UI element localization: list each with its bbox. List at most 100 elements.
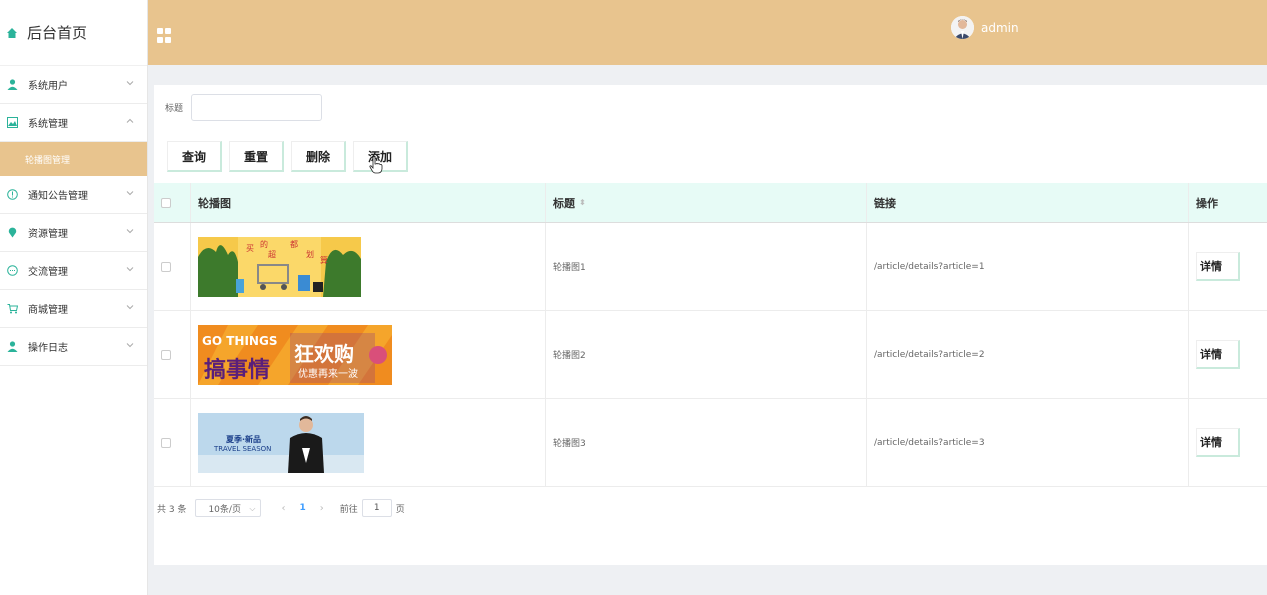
- picture-icon: [7, 117, 18, 128]
- search-row: 标题: [165, 94, 323, 121]
- chevron-down-icon: [126, 343, 134, 348]
- brand-title: 后台首页: [27, 24, 88, 42]
- reset-button[interactable]: 重置: [229, 141, 285, 172]
- banner-text: 搞事情: [204, 357, 270, 383]
- page-size-select[interactable]: 10条/页 ⌵: [195, 499, 262, 517]
- image-cell: 买 的 超 都 划 算: [191, 223, 546, 310]
- action-cell: 详情: [1189, 399, 1267, 486]
- grid-menu-icon[interactable]: [157, 28, 172, 43]
- username: admin: [981, 20, 1019, 35]
- sidebar-item-resource-management[interactable]: 资源管理: [0, 214, 147, 252]
- row-select-cell: [154, 223, 191, 310]
- detail-button[interactable]: 详情: [1196, 252, 1240, 281]
- current-page[interactable]: 1: [299, 503, 305, 513]
- sidebar-item-label: 通知公告管理: [28, 191, 88, 202]
- sidebar-item-label: 商城管理: [28, 305, 68, 316]
- page-size-value: 10条/页: [208, 504, 241, 515]
- total-count: 共 3 条: [157, 504, 187, 515]
- column-header-title-label: 标题: [553, 196, 575, 210]
- sidebar-item-label: 操作日志: [28, 343, 68, 354]
- banner-text: 买: [246, 244, 254, 253]
- column-header-title[interactable]: 标题 ⬍: [546, 183, 867, 222]
- row-checkbox[interactable]: [161, 349, 171, 360]
- search-label: 标题: [165, 104, 184, 114]
- user-icon: [7, 79, 18, 90]
- avatar: [951, 16, 974, 39]
- goto-label: 前往: [339, 504, 358, 515]
- banner-text: 都: [290, 240, 298, 249]
- sidebar-subitem-carousel[interactable]: 轮播图管理: [0, 142, 147, 176]
- delete-button[interactable]: 删除: [291, 141, 347, 172]
- carousel-image: 夏季·新品 TRAVEL SEASON: [198, 412, 364, 473]
- prev-page-icon[interactable]: ‹: [281, 503, 285, 514]
- title-search-input[interactable]: [191, 94, 323, 121]
- brand[interactable]: 后台首页: [0, 0, 147, 65]
- home-icon: [7, 27, 17, 38]
- select-all-cell: [154, 183, 191, 222]
- carousel-table: 轮播图 标题 ⬍ 链接 操作 买 的 超 都 划 算 轮播图1 /article…: [154, 183, 1267, 487]
- sidebar-item-label: 交流管理: [28, 267, 68, 278]
- sort-icon[interactable]: ⬍: [579, 198, 586, 207]
- column-header-action: 操作: [1196, 196, 1218, 210]
- table-row: GO THINGS 搞事情 狂欢购 优惠再来一波 轮播图2 /article/d…: [154, 311, 1267, 399]
- sidebar-item-shop-management[interactable]: 商城管理: [0, 290, 147, 328]
- chevron-up-icon: [126, 118, 134, 123]
- link-cell: /article/details?article=2: [867, 311, 1189, 398]
- info-circle-icon: [7, 189, 18, 200]
- banner-text: GO THINGS: [202, 334, 277, 348]
- location-icon: [7, 227, 18, 238]
- next-page-icon[interactable]: ›: [320, 503, 324, 514]
- main-card: 标题 查询 重置 删除 添加 轮播图 标题 ⬍ 链接 操作 买 的 超 都 划 …: [154, 85, 1267, 565]
- sidebar-item-communication-management[interactable]: 交流管理: [0, 252, 147, 290]
- action-cell: 详情: [1189, 223, 1267, 310]
- banner-text: 优惠再来一波: [298, 367, 358, 380]
- image-cell: 夏季·新品 TRAVEL SEASON: [191, 399, 546, 486]
- table-row: 买 的 超 都 划 算 轮播图1 /article/details?articl…: [154, 223, 1267, 311]
- select-all-checkbox[interactable]: [161, 197, 171, 208]
- carousel-image: GO THINGS 搞事情 狂欢购 优惠再来一波: [198, 324, 392, 385]
- column-header-image: 轮播图: [191, 183, 546, 222]
- sidebar-item-system-users[interactable]: 系统用户: [0, 66, 147, 104]
- query-button[interactable]: 查询: [167, 141, 223, 172]
- link-cell: /article/details?article=1: [867, 223, 1189, 310]
- detail-button[interactable]: 详情: [1196, 428, 1240, 457]
- user-icon: [7, 341, 18, 352]
- carousel-image: 买 的 超 都 划 算: [198, 236, 361, 297]
- sidebar-item-label: 系统用户: [28, 81, 68, 92]
- hand-cursor-icon: [369, 156, 383, 174]
- chevron-down-icon: ⌵: [249, 504, 256, 513]
- title-cell: 轮播图3: [546, 399, 867, 486]
- pagination: 共 3 条 10条/页 ⌵ ‹ 1 › 前往 1 页: [157, 499, 405, 517]
- banner-text: 划: [306, 249, 314, 259]
- row-checkbox[interactable]: [161, 261, 171, 272]
- image-cell: GO THINGS 搞事情 狂欢购 优惠再来一波: [191, 311, 546, 398]
- user-menu[interactable]: admin: [951, 16, 1019, 39]
- banner-text: TRAVEL SEASON: [213, 445, 271, 453]
- row-select-cell: [154, 399, 191, 486]
- banner-text: 算: [320, 255, 328, 265]
- detail-button[interactable]: 详情: [1196, 340, 1240, 369]
- sidebar-subitem-label: 轮播图管理: [25, 155, 71, 166]
- sidebar-item-notice-management[interactable]: 通知公告管理: [0, 176, 147, 214]
- table-header: 轮播图 标题 ⬍ 链接 操作: [154, 183, 1267, 223]
- page-suffix: 页: [395, 504, 405, 515]
- chevron-down-icon: [126, 267, 134, 272]
- row-select-cell: [154, 311, 191, 398]
- sidebar-item-system-management[interactable]: 系统管理: [0, 104, 147, 142]
- chevron-down-icon: [126, 305, 134, 310]
- chevron-down-icon: [126, 229, 134, 234]
- row-checkbox[interactable]: [161, 437, 171, 448]
- link-cell: /article/details?article=3: [867, 399, 1189, 486]
- action-cell: 详情: [1189, 311, 1267, 398]
- top-header: admin: [148, 0, 1267, 65]
- goto-page-input[interactable]: 1: [361, 499, 392, 517]
- banner-text: 夏季·新品: [225, 434, 261, 444]
- banner-text: 超: [268, 249, 276, 259]
- title-cell: 轮播图1: [546, 223, 867, 310]
- cart-icon: [7, 303, 18, 314]
- banner-text: 的: [260, 239, 268, 249]
- table-row: 夏季·新品 TRAVEL SEASON 轮播图3 /article/detail…: [154, 399, 1267, 487]
- sidebar-item-operation-log[interactable]: 操作日志: [0, 328, 147, 366]
- chevron-down-icon: [126, 81, 134, 86]
- sidebar-menu: 系统用户 系统管理 轮播图管理 通知公告管理 资源管理 交流管理 商城管理 操作…: [0, 65, 147, 366]
